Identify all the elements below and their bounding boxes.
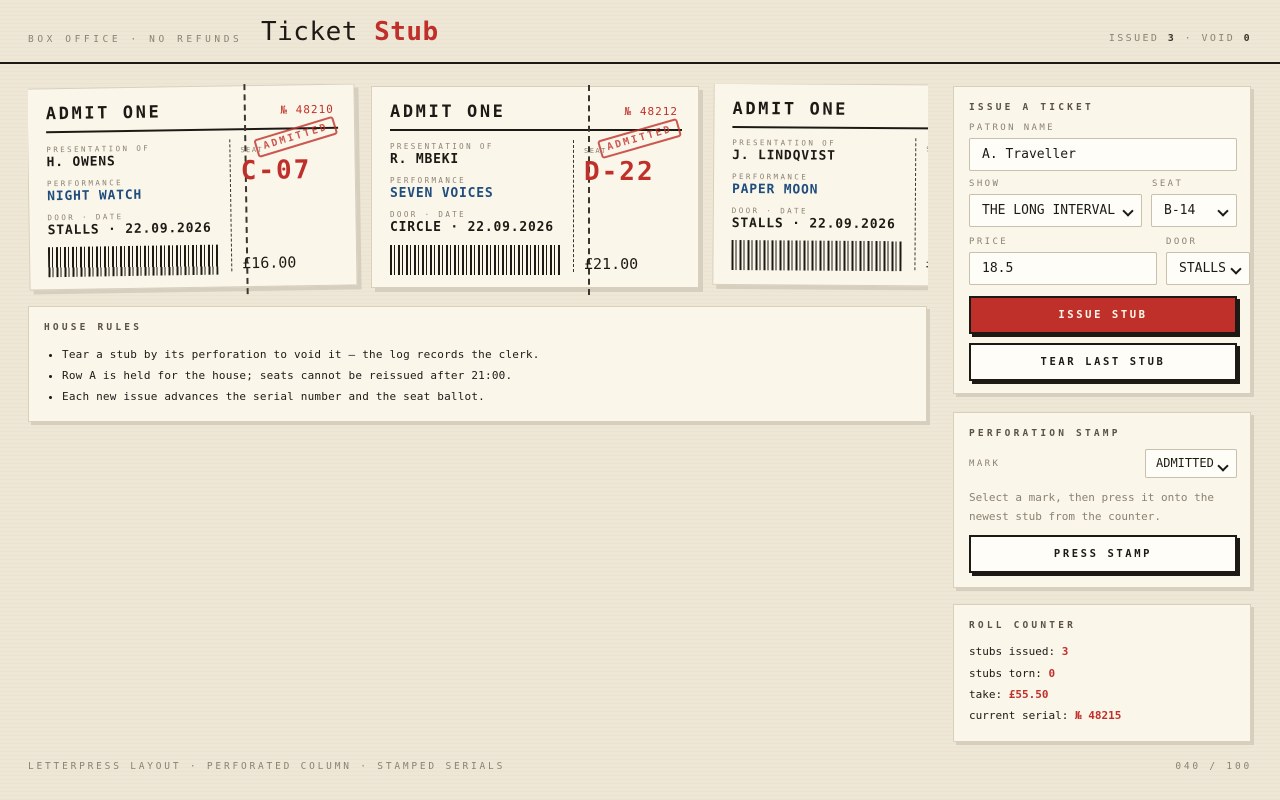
door-select[interactable]: STALLS [1166,252,1250,285]
door-label: DOOR [1166,237,1198,247]
house-rule-item: Each new issue advances the serial numbe… [62,390,540,403]
performance-label: PERFORMANCE [46,178,124,189]
stubs-torn-value: 0 [1048,667,1056,680]
footer-caption: LETTERPRESS LAYOUT · PERFORATED COLUMN ·… [28,761,506,772]
admitted-stamp: ADMITTED [596,117,683,160]
mark-label: MARK [969,459,1001,469]
ticket-rule [732,125,928,131]
seat-select[interactable]: B-14 [1151,194,1237,227]
issued-label: ISSUED [1108,33,1160,44]
patron-name-label: PATRON NAME [969,123,1056,133]
mark-select[interactable]: ADMITTED [1145,449,1237,478]
issue-ticket-panel: ISSUE A TICKET PATRON NAME A. Traveller … [953,86,1251,394]
press-stamp-button[interactable]: PRESS STAMP [969,535,1237,573]
ticket-stub[interactable]: ADMIT ONE № 48212 PRESENTATION OF R. MBE… [371,85,699,295]
barcode [390,245,560,275]
title-part-1: Ticket [261,17,358,47]
take-row: take: £55.50 [969,688,1049,701]
stamp-help-text: Select a mark, then press it onto the ne… [969,491,1215,523]
presentation-label: PRESENTATION OF [732,137,837,148]
admitted-stamp: ADMITTED [253,115,339,159]
current-serial-row: current serial: № 48215 [969,709,1121,722]
show-name: NIGHT WATCH [47,187,143,205]
stubs-torn-label: stubs torn: [969,667,1042,680]
issued-count: 3 [1167,33,1177,44]
door-date: STALLS · 22.09.2026 [47,220,212,239]
house-rule-item: Row A is held for the house; seats canno… [62,369,540,382]
door-date: STALLS · 22.09.2026 [731,215,896,233]
top-bar: BOX OFFICE · NO REFUNDS Ticket Stub ISSU… [0,0,1280,64]
price-input[interactable]: 18.5 [969,252,1157,285]
door-date: CIRCLE · 22.09.2026 [390,220,554,235]
show-name: PAPER MOON [731,181,819,198]
ticket-price: £16.00 [242,253,297,273]
issued-void-summary: ISSUED 3 · VOID 0 [1108,33,1252,44]
patron-name-input[interactable]: A. Traveller [969,138,1237,171]
seat-number: D-22 [584,157,655,187]
house-rules-list: Tear a stub by its perforation to void i… [62,348,540,411]
title-part-2: Stub [374,17,439,47]
price-label: PRICE [969,237,1009,247]
current-serial-value: № 48215 [1074,709,1122,722]
stubs-torn-row: stubs torn: 0 [969,667,1055,680]
barcode [731,239,902,272]
take-label: take: [969,688,1003,701]
admit-label: ADMIT ONE [45,102,162,125]
void-label: VOID [1201,33,1236,44]
ticket-strip: ADMIT ONE № 48210 PRESENTATION OF H. OWE… [28,84,928,299]
barcode [47,244,219,278]
presentation-label: PRESENTATION OF [46,143,151,155]
take-value: £55.50 [1008,688,1049,701]
admit-label: ADMIT ONE [390,102,506,122]
patron-name: R. MBEKI [390,152,460,167]
door-date-label: DOOR · DATE [731,205,808,216]
perforation-stamp-panel: PERFORATION STAMP MARK ADMITTED Select a… [953,412,1251,588]
tear-last-stub-button[interactable]: TEAR LAST STUB [969,343,1237,381]
stubs-issued-row: stubs issued: 3 [969,645,1068,658]
patron-name: J. LINDQVIST [732,147,836,164]
house-rules-heading: HOUSE RULES [44,322,143,333]
admit-label: ADMIT ONE [732,98,849,120]
footer-page-count: 040 / 100 [1175,761,1252,772]
issue-ticket-heading: ISSUE A TICKET [969,102,1094,113]
ticket-serial: № 48210 [280,102,334,117]
issue-stub-button[interactable]: ISSUE STUB [969,296,1237,334]
page-title: Ticket Stub [261,17,439,47]
stub-divider [573,140,574,272]
seat-field-label: SEAT [1152,179,1184,189]
ticket-price: £21.00 [584,255,639,273]
performance-label: PERFORMANCE [390,176,467,185]
void-count: 0 [1243,33,1252,44]
presentation-label: PRESENTATION OF [390,142,494,151]
roll-counter-heading: ROLL COUNTER [969,620,1077,631]
seat-number: C-07 [240,155,312,187]
house-rule-item: Tear a stub by its perforation to void i… [62,348,540,361]
perforation-stamp-heading: PERFORATION STAMP [969,428,1121,439]
door-date-label: DOOR · DATE [47,212,124,223]
stub-divider [229,139,233,272]
show-name: SEVEN VOICES [390,186,494,201]
stubs-issued-label: stubs issued: [969,645,1056,658]
ticket-serial: № 48212 [624,105,678,118]
house-rules-panel: HOUSE RULES Tear a stub by its perforati… [28,306,927,422]
show-select[interactable]: THE LONG INTERVAL [969,194,1142,227]
stub-divider [914,138,917,271]
seat-label: S [926,145,928,153]
stubs-issued-value: 3 [1061,645,1069,658]
current-serial-label: current serial: [969,709,1069,722]
ticket-stub[interactable]: ADMIT ONE PRESENTATION OF J. LINDQVIST P… [712,84,928,288]
show-label: SHOW [969,179,1001,189]
patron-name: H. OWENS [46,154,116,171]
door-date-label: DOOR · DATE [390,210,467,219]
page-subtitle: BOX OFFICE · NO REFUNDS [28,34,243,45]
performance-label: PERFORMANCE [732,171,809,182]
ticket-price: £ [925,253,928,272]
ticket-stub[interactable]: ADMIT ONE № 48210 PRESENTATION OF H. OWE… [28,84,358,295]
roll-counter-panel: ROLL COUNTER stubs issued: 3 stubs torn:… [953,604,1251,742]
